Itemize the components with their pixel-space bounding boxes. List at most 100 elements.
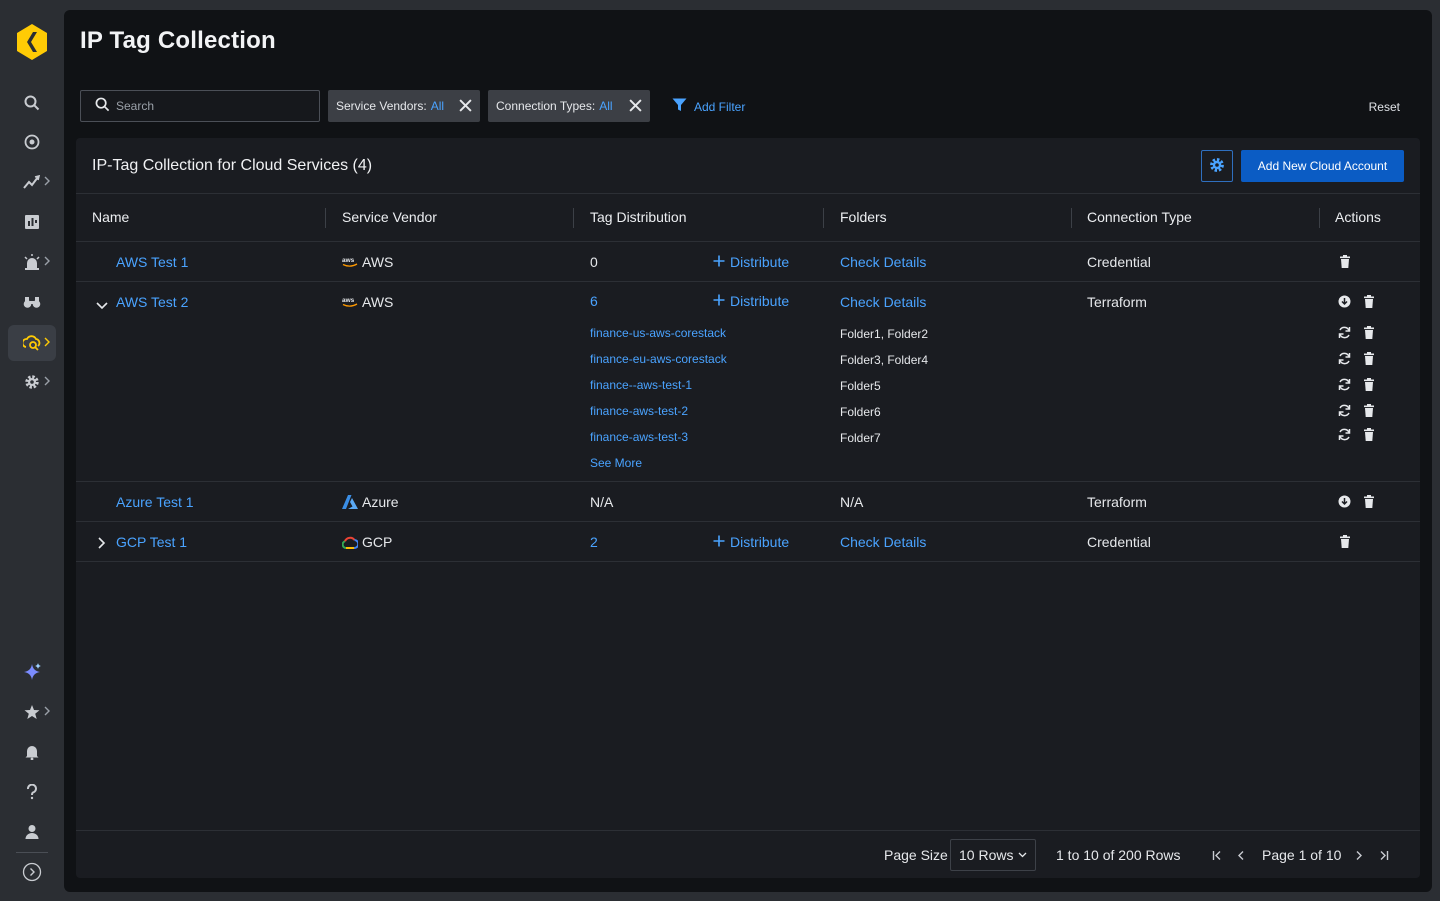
search-box[interactable] <box>80 90 320 122</box>
account-name-link[interactable]: AWS Test 1 <box>116 254 188 270</box>
column-resizer[interactable] <box>573 208 574 228</box>
delete-icon[interactable] <box>1363 378 1375 394</box>
tag-count-link[interactable]: 6 <box>590 293 598 309</box>
alert-icon <box>23 254 41 270</box>
nav-user[interactable] <box>8 814 56 850</box>
delete-icon[interactable] <box>1363 428 1375 444</box>
column-resizer[interactable] <box>1071 208 1072 228</box>
logo-icon[interactable] <box>14 22 50 62</box>
tag-sub-item-link[interactable]: finance-aws-test-3 <box>590 430 688 444</box>
expand-icon <box>22 862 42 882</box>
check-details-link[interactable]: Check Details <box>840 534 926 550</box>
chevron-right-icon[interactable] <box>98 536 106 552</box>
column-header-tag-distribution[interactable]: Tag Distribution <box>590 209 687 225</box>
filter-icon <box>672 98 694 115</box>
add-cloud-account-button[interactable]: Add New Cloud Account <box>1241 150 1404 182</box>
sync-icon[interactable] <box>1338 404 1351 420</box>
page-size-select[interactable]: 10 Rows <box>950 839 1036 871</box>
cloud-search-icon <box>23 335 41 351</box>
help-icon <box>26 784 38 800</box>
nav-alerts[interactable] <box>8 244 56 280</box>
page-size-value: 10 Rows <box>959 847 1014 863</box>
delete-icon[interactable] <box>1363 404 1375 420</box>
connection-type: Credential <box>1087 534 1151 550</box>
tag-sub-item-link[interactable]: finance-eu-aws-corestack <box>590 352 727 366</box>
tag-count: 0 <box>590 254 598 270</box>
download-icon[interactable] <box>1338 295 1351 311</box>
check-details-link[interactable]: Check Details <box>840 254 926 270</box>
account-name-link[interactable]: Azure Test 1 <box>116 494 194 510</box>
page-size-label: Page Size <box>884 847 948 863</box>
nav-radar[interactable] <box>8 124 56 160</box>
close-icon[interactable] <box>629 99 642 115</box>
chevron-down-icon[interactable] <box>96 297 108 313</box>
distribute-button[interactable]: Distribute <box>713 254 789 270</box>
nav-favorites[interactable] <box>8 694 56 730</box>
delete-icon[interactable] <box>1363 295 1375 311</box>
filter-chip-connection-types[interactable]: Connection Types: All <box>488 90 650 122</box>
sync-icon[interactable] <box>1338 326 1351 342</box>
nav-cloud-services[interactable] <box>8 325 56 361</box>
check-details-link[interactable]: Check Details <box>840 294 926 310</box>
first-page-icon[interactable] <box>1212 848 1223 864</box>
close-icon[interactable] <box>459 99 472 115</box>
column-header-folders[interactable]: Folders <box>840 209 887 225</box>
column-header-service-vendor[interactable]: Service Vendor <box>342 209 437 225</box>
column-header-connection-type[interactable]: Connection Type <box>1087 209 1192 225</box>
nav-ai-assistant[interactable] <box>8 654 56 690</box>
last-page-icon[interactable] <box>1378 848 1389 864</box>
gear-icon <box>1209 157 1225 176</box>
nav-investigate[interactable] <box>8 284 56 320</box>
delete-icon[interactable] <box>1339 535 1351 551</box>
distribute-label: Distribute <box>730 254 790 270</box>
see-more-link[interactable]: See More <box>590 456 642 470</box>
tag-sub-item-link[interactable]: finance-aws-test-2 <box>590 404 688 418</box>
delete-icon[interactable] <box>1363 326 1375 342</box>
distribute-button[interactable]: Distribute <box>713 293 789 309</box>
connection-type: Terraform <box>1087 494 1147 510</box>
previous-page-icon[interactable] <box>1237 848 1245 864</box>
delete-icon[interactable] <box>1363 495 1375 511</box>
rail-divider <box>16 852 48 853</box>
chevron-right-icon <box>44 376 50 386</box>
distribute-button[interactable]: Distribute <box>713 534 789 550</box>
column-resizer[interactable] <box>325 208 326 228</box>
tag-sub-item-link[interactable]: finance--aws-test-1 <box>590 378 692 392</box>
nav-settings[interactable] <box>8 364 56 400</box>
account-name-link[interactable]: GCP Test 1 <box>116 534 187 550</box>
activity-icon <box>23 175 41 189</box>
plus-icon <box>713 254 730 270</box>
delete-icon[interactable] <box>1339 255 1351 271</box>
delete-icon[interactable] <box>1363 352 1375 368</box>
download-icon[interactable] <box>1338 495 1351 511</box>
nav-activity[interactable] <box>8 164 56 200</box>
vendor-cell: aws AWS <box>342 294 393 310</box>
column-resizer[interactable] <box>823 208 824 228</box>
next-page-icon[interactable] <box>1355 848 1363 864</box>
nav-expand[interactable] <box>8 854 56 890</box>
tag-count: N/A <box>590 494 614 510</box>
nav-help[interactable] <box>8 774 56 810</box>
column-header-name[interactable]: Name <box>92 209 129 225</box>
tag-sub-item-link[interactable]: finance-us-aws-corestack <box>590 326 726 340</box>
nav-search[interactable] <box>8 85 56 121</box>
svg-text:aws: aws <box>342 297 355 304</box>
account-name-link[interactable]: AWS Test 2 <box>116 294 188 310</box>
chip-value: All <box>599 99 613 113</box>
nav-notifications[interactable] <box>8 734 56 770</box>
sync-icon[interactable] <box>1338 428 1351 444</box>
nav-dashboard[interactable] <box>8 204 56 240</box>
vendor-cell: Azure <box>342 494 399 510</box>
chevron-right-icon <box>44 337 50 347</box>
table-settings-button[interactable] <box>1201 150 1233 182</box>
divider <box>76 193 1420 194</box>
add-filter-button[interactable]: Add Filter <box>672 98 745 115</box>
sync-icon[interactable] <box>1338 352 1351 368</box>
column-resizer[interactable] <box>1319 208 1320 228</box>
connection-type: Terraform <box>1087 294 1147 310</box>
search-input[interactable] <box>116 99 306 113</box>
tag-count-link[interactable]: 2 <box>590 534 598 550</box>
reset-button[interactable]: Reset <box>1369 100 1400 114</box>
filter-chip-service-vendors[interactable]: Service Vendors: All <box>328 90 480 122</box>
sync-icon[interactable] <box>1338 378 1351 394</box>
